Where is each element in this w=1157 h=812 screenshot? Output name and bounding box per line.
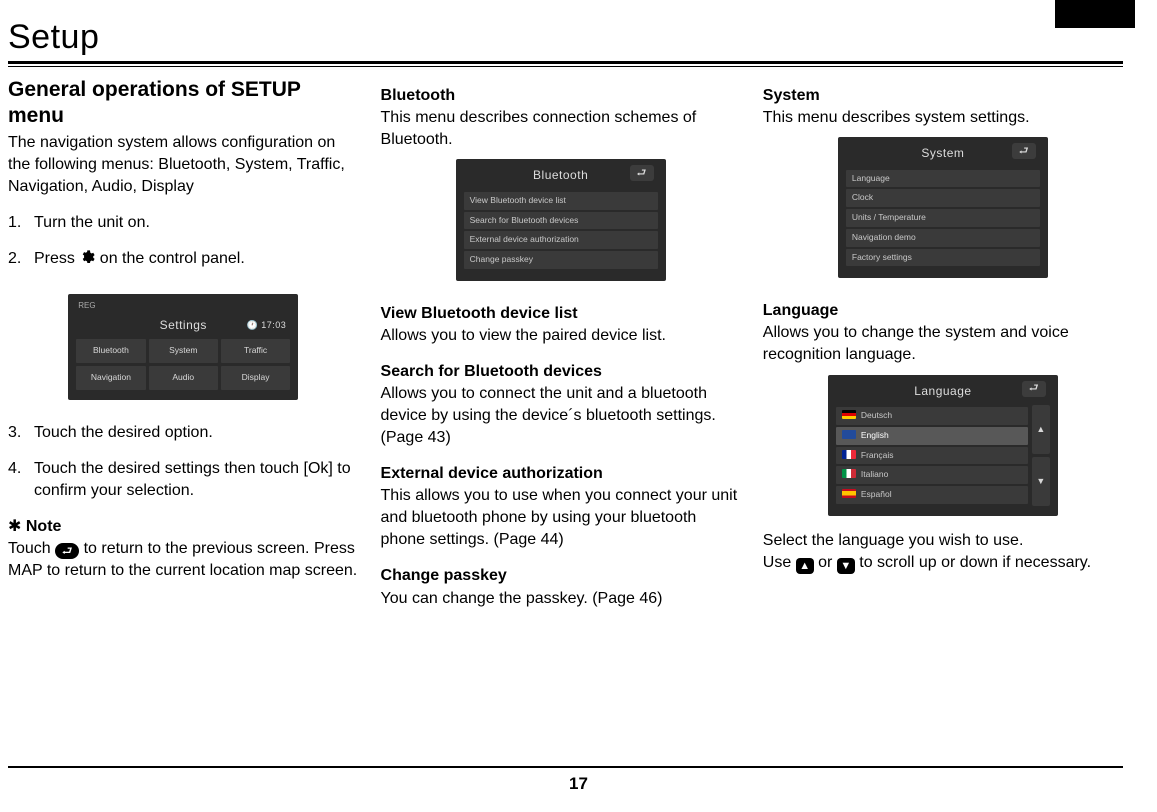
- step-text: Press on the control panel.: [34, 248, 359, 272]
- shot-row: Change passkey: [464, 251, 658, 269]
- step-4: 4. Touch the desired settings then touch…: [8, 458, 359, 502]
- page-number: 17: [0, 774, 1157, 794]
- note-heading: ✱ Note: [8, 516, 359, 538]
- shot-row: External device authorization: [464, 231, 658, 249]
- shot-title: System: [921, 145, 964, 162]
- desc-view-device-list: Allows you to view the paired device lis…: [381, 325, 741, 347]
- shot-title: Settings: [160, 317, 207, 334]
- screenshot-bluetooth: Bluetooth ⮐ View Bluetooth device list S…: [456, 159, 666, 280]
- step-text: Touch the desired settings then touch [O…: [34, 458, 359, 502]
- shot-scroll-up-icon: ▲: [1032, 405, 1050, 454]
- shot-row: Units / Temperature: [846, 209, 1040, 227]
- desc-language: Allows you to change the system and voic…: [763, 322, 1123, 366]
- step-3: 3. Touch the desired option.: [8, 422, 359, 444]
- column-right: System This menu describes system settin…: [763, 77, 1123, 610]
- footer-rule: [8, 766, 1123, 768]
- heading-general-operations: General operations of SETUP menu: [8, 77, 359, 130]
- shot-tile: System: [149, 339, 218, 363]
- column-left: General operations of SETUP menu The nav…: [8, 77, 359, 610]
- shot-tile: Display: [221, 366, 290, 390]
- shot-row: Navigation demo: [846, 229, 1040, 247]
- step-2: 2. Press on the control panel.: [8, 248, 359, 272]
- step-number: 1.: [8, 212, 34, 234]
- screenshot-language: Language ⮐ Deutsch English Français Ital…: [828, 375, 1058, 516]
- title-rule-thick: [8, 61, 1123, 64]
- column-middle: Bluetooth This menu describes connection…: [381, 77, 741, 610]
- subheading-search-devices: Search for Bluetooth devices: [381, 361, 741, 383]
- shot-row: View Bluetooth device list: [464, 192, 658, 210]
- language-instruction-2: Use ▲ or ▼ to scroll up or down if neces…: [763, 552, 1123, 575]
- shot-row-selected: English: [836, 427, 1028, 445]
- note-part: Touch: [8, 540, 55, 557]
- shot-title: Language: [914, 383, 971, 400]
- shot-row: Clock: [846, 189, 1040, 207]
- instr-part: to scroll up or down if necessary.: [859, 554, 1091, 571]
- step-number: 2.: [8, 248, 34, 272]
- subheading-language: Language: [763, 300, 1123, 322]
- steps-list: 1. Turn the unit on. 2. Press on the con…: [8, 212, 359, 272]
- intro-system: This menu describes system settings.: [763, 107, 1123, 129]
- page-title: Setup: [8, 18, 99, 57]
- step-text: Turn the unit on.: [34, 212, 359, 234]
- shot-tile: Bluetooth: [76, 339, 145, 363]
- shot-tile: Navigation: [76, 366, 145, 390]
- step-number: 4.: [8, 458, 34, 502]
- scroll-down-icon: ▼: [837, 558, 855, 574]
- step-1: 1. Turn the unit on.: [8, 212, 359, 234]
- steps-list-cont: 3. Touch the desired option. 4. Touch th…: [8, 422, 359, 502]
- heading-system: System: [763, 85, 1123, 107]
- gear-icon: [79, 249, 95, 272]
- shot-top-left: REG: [78, 300, 95, 311]
- shot-row: Italiano: [836, 466, 1028, 484]
- scroll-up-icon: ▲: [796, 558, 814, 574]
- language-instruction-1: Select the language you wish to use.: [763, 530, 1123, 552]
- content-columns: General operations of SETUP menu The nav…: [8, 77, 1123, 610]
- shot-tile: Audio: [149, 366, 218, 390]
- shot-tile: Traffic: [221, 339, 290, 363]
- subheading-view-device-list: View Bluetooth device list: [381, 303, 741, 325]
- subheading-external-auth: External device authorization: [381, 463, 741, 485]
- back-icon: ⮐: [55, 543, 79, 559]
- heading-bluetooth: Bluetooth: [381, 85, 741, 107]
- screenshot-system: System ⮐ Language Clock Units / Temperat…: [838, 137, 1048, 278]
- shot-row: Search for Bluetooth devices: [464, 212, 658, 230]
- shot-row: Language: [846, 170, 1040, 188]
- intro-general-operations: The navigation system allows configurati…: [8, 132, 359, 198]
- instr-part: Use: [763, 554, 796, 571]
- page-corner-tab: [1055, 0, 1135, 28]
- step-text: Touch the desired option.: [34, 422, 359, 444]
- desc-external-auth: This allows you to use when you connect …: [381, 485, 741, 551]
- shot-title: Bluetooth: [533, 167, 588, 184]
- shot-scroll-down-icon: ▼: [1032, 457, 1050, 506]
- step-text-part: Press: [34, 250, 79, 267]
- shot-back-icon: ⮐: [1012, 143, 1036, 159]
- instr-part: or: [818, 554, 837, 571]
- intro-bluetooth: This menu describes connection schemes o…: [381, 107, 741, 151]
- shot-clock: 17:03: [261, 320, 286, 330]
- subheading-change-passkey: Change passkey: [381, 565, 741, 587]
- shot-row: Deutsch: [836, 407, 1028, 425]
- desc-change-passkey: You can change the passkey. (Page 46): [381, 588, 741, 610]
- step-text-part: on the control panel.: [100, 250, 245, 267]
- title-rule-thin: [8, 66, 1123, 67]
- step-number: 3.: [8, 422, 34, 444]
- shot-row: Factory settings: [846, 249, 1040, 267]
- shot-row: Français: [836, 447, 1028, 465]
- shot-back-icon: ⮐: [630, 165, 654, 181]
- screenshot-settings: REG Settings 🕐 17:03 Bluetooth System Tr…: [68, 294, 298, 400]
- shot-row: Español: [836, 486, 1028, 504]
- note-body: Touch ⮐ to return to the previous screen…: [8, 538, 359, 582]
- shot-back-icon: ⮐: [1022, 381, 1046, 397]
- desc-search-devices: Allows you to connect the unit and a blu…: [381, 383, 741, 449]
